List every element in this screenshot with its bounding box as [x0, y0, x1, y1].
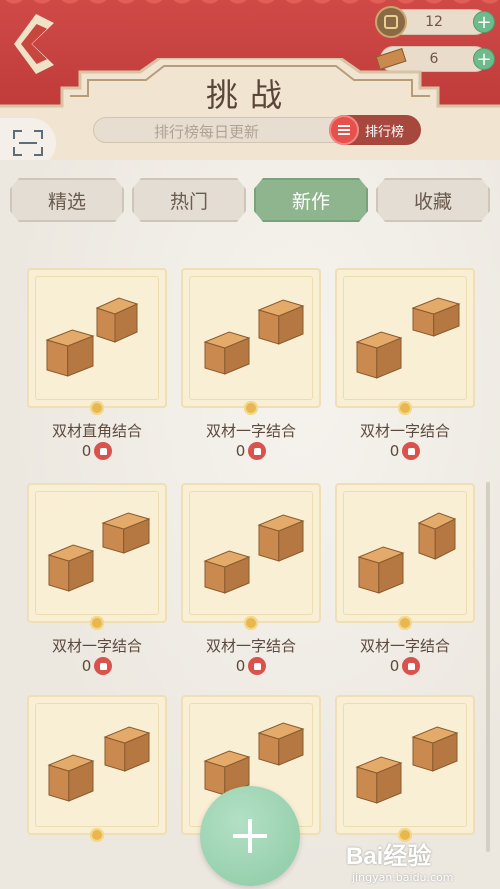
puzzle-thumbnail: [335, 268, 475, 408]
knot-ornament-icon: [398, 401, 412, 415]
leaderboard-button[interactable]: 排行榜: [329, 115, 421, 145]
header: 12 + 6 + 挑战 排行榜每日更新 排行榜: [0, 0, 500, 160]
puzzle-thumbnail: [27, 695, 167, 835]
knot-ornament-icon: [90, 401, 104, 415]
thumbs-up-icon[interactable]: [94, 442, 113, 460]
puzzle-name: 双材一字结合: [205, 422, 296, 440]
puzzle-thumbnail: [181, 268, 321, 408]
watermark-brand-cn: 经验: [383, 843, 432, 870]
puzzle-likes: 0: [181, 655, 321, 677]
wood-pieces-image: [203, 514, 305, 594]
like-count: 0: [81, 657, 92, 675]
wood-pieces-image: [45, 297, 139, 377]
add-puzzle-button[interactable]: [200, 786, 300, 886]
puzzle-name: 双材一字结合: [205, 637, 296, 655]
watermark-url: jingyan.baidu.com: [352, 871, 454, 884]
scan-button[interactable]: [0, 118, 56, 160]
scrollbar[interactable]: [486, 482, 490, 852]
scan-icon: [13, 130, 43, 156]
puzzle-name: 双材一字结合: [359, 637, 450, 655]
puzzle-likes: 0: [335, 440, 475, 462]
wood-pieces-image: [47, 726, 151, 802]
list-icon: [329, 115, 359, 145]
wood-pieces-image: [47, 512, 151, 592]
content-area: 精选 热门 新作 收藏 双材直角结合 0 双材一字结合 0 双材一字结合 0 双材一字结合 0…: [0, 160, 500, 889]
puzzle-thumbnail: [335, 483, 475, 623]
coin-icon: [375, 6, 407, 38]
coin-count: 12: [425, 14, 443, 30]
puzzle-likes: 0: [27, 655, 167, 677]
knot-ornament-icon: [244, 401, 258, 415]
wood-pieces-image: [203, 299, 305, 375]
wood-pieces-image: [355, 297, 461, 379]
coin-counter: 12 +: [375, 6, 495, 38]
puzzle-name: 双材一字结合: [51, 637, 142, 655]
like-count: 0: [389, 657, 400, 675]
puzzle-likes: 0: [335, 655, 475, 677]
knot-ornament-icon: [244, 616, 258, 630]
watermark-brand: Bai: [346, 843, 384, 870]
puzzle-card[interactable]: 双材一字结合 0: [181, 268, 321, 462]
puzzle-thumbnail: [181, 483, 321, 623]
puzzle-name: 双材一字结合: [359, 422, 450, 440]
thumbs-up-icon[interactable]: [94, 657, 113, 675]
like-count: 0: [81, 442, 92, 460]
watermark: Bai经验 jingyan.baidu.com: [346, 836, 486, 886]
page-title: 挑战: [205, 76, 294, 114]
puzzle-name: 双材直角结合: [51, 422, 142, 440]
tab-bar: 精选 热门 新作 收藏: [10, 178, 490, 222]
add-coins-button[interactable]: +: [473, 11, 495, 33]
wood-pieces-image: [355, 726, 459, 804]
knot-ornament-icon: [90, 828, 104, 842]
thumbs-up-icon[interactable]: [402, 657, 421, 675]
puzzle-likes: 0: [181, 440, 321, 462]
puzzle-card[interactable]: [27, 695, 167, 842]
puzzle-likes: 0: [27, 440, 167, 462]
like-count: 0: [235, 442, 246, 460]
puzzle-card[interactable]: 双材一字结合 0: [27, 483, 167, 677]
rank-hint-text: 排行榜每日更新: [154, 123, 260, 141]
thumbs-up-icon[interactable]: [248, 657, 267, 675]
like-count: 0: [389, 442, 400, 460]
like-count: 0: [235, 657, 246, 675]
thumbs-up-icon[interactable]: [248, 442, 267, 460]
puzzle-card[interactable]: 双材直角结合 0: [27, 268, 167, 462]
knot-ornament-icon: [398, 616, 412, 630]
tab-popular[interactable]: 热门: [132, 178, 246, 222]
puzzle-card[interactable]: 双材一字结合 0: [335, 483, 475, 677]
puzzle-card[interactable]: 双材一字结合 0: [335, 268, 475, 462]
puzzle-thumbnail: [335, 695, 475, 835]
knot-ornament-icon: [90, 616, 104, 630]
tab-favorites[interactable]: 收藏: [376, 178, 490, 222]
leaderboard-label: 排行榜: [365, 124, 405, 140]
puzzle-card[interactable]: [335, 695, 475, 842]
puzzle-thumbnail: [27, 268, 167, 408]
puzzle-card[interactable]: 双材一字结合 0: [181, 483, 321, 677]
puzzle-thumbnail: [27, 483, 167, 623]
wood-pieces-image: [357, 512, 457, 594]
tab-featured[interactable]: 精选: [10, 178, 124, 222]
thumbs-up-icon[interactable]: [402, 442, 421, 460]
tab-new[interactable]: 新作: [254, 178, 368, 222]
